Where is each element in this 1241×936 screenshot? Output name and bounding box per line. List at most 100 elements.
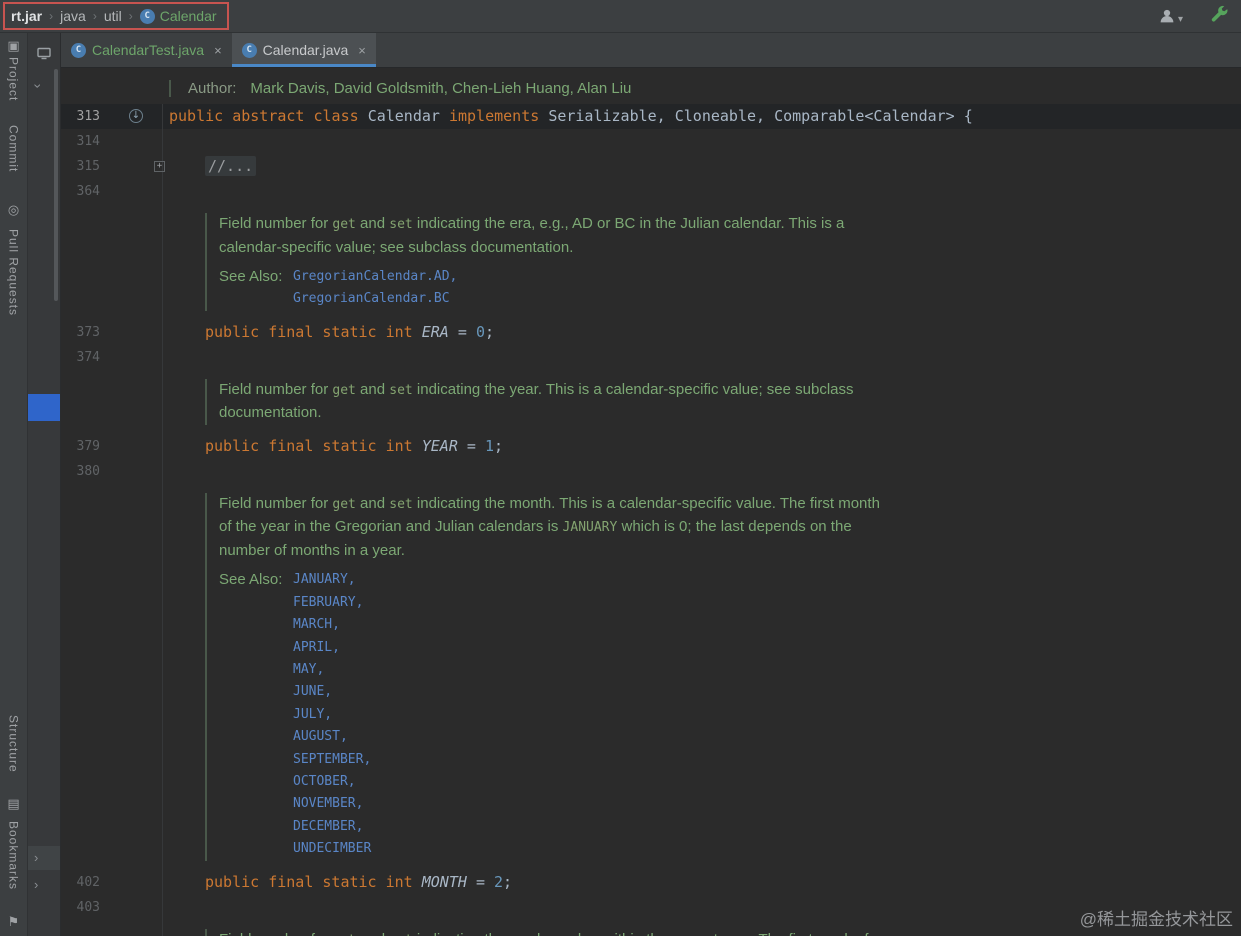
doc-link[interactable]: JANUARY, [293,569,371,591]
toolwindow-project[interactable]: Project [0,57,27,101]
editor[interactable]: Author: Mark Davis, David Goldsmith, Chen… [61,68,1241,936]
tab-label: Calendar.java [262,42,349,58]
doc-text: number of months in a year. [219,541,405,559]
doc-link[interactable]: OCTOBER, [293,771,371,793]
doc-text: and [356,931,389,936]
code-line-374: 374 [61,344,1241,370]
toolwindow-button[interactable]: ◎ [0,203,27,217]
editor-column: C CalendarTest.java × C Calendar.java × Autho… [61,33,1241,936]
doc-link[interactable]: MARCH, [293,614,371,636]
doc-text: of the year in the Gregorian and Julian … [219,518,563,536]
doc-link[interactable]: SEPTEMBER, [293,749,371,771]
class-icon: C [139,8,155,24]
breadcrumb-item-util[interactable]: util [104,8,122,24]
doc-line: calendar-specific value; see subclass do… [219,237,844,260]
toolwindow-button[interactable]: ⚑ [0,915,27,929]
code-line-373: 373 public final static int ERA = 0; [61,319,1241,345]
user-icon [1160,9,1174,23]
toolwindow-button[interactable]: ▣ [0,39,27,53]
fold-marker-icon[interactable]: + [154,161,165,172]
selected-tree-item[interactable] [28,394,60,421]
panel-header-button[interactable] [36,45,52,66]
see-also-links: JANUARY, FEBRUARY, MARCH, APRIL, MAY, JUNE, JU… [293,569,371,860]
gutter: 379 [61,433,163,459]
bookmark-icon: ⚑ [7,914,20,929]
doc-text: get [332,217,356,232]
toolwindow-button[interactable]: ▤ [0,797,27,811]
doc-link[interactable]: GregorianCalendar.BC [293,288,457,310]
doc-link[interactable]: APRIL, [293,637,371,659]
doc-comment: Field number for get and set indicating … [61,483,1241,870]
toolwindow-structure[interactable]: Structure [0,715,27,773]
breadcrumb-label: util [103,8,122,24]
doc-line: of the year in the Gregorian and Julian … [219,516,880,540]
see-also-label: See Also: [219,268,283,285]
doc-link[interactable]: GregorianCalendar.AD, [293,266,457,288]
code-token: 1 [484,436,494,455]
close-icon[interactable]: × [214,43,222,58]
doc-link[interactable]: FEBRUARY, [293,592,371,614]
user-account-button[interactable]: ▾ [1158,7,1183,25]
toolwindow-bookmarks[interactable]: Bookmarks [0,821,27,890]
doc-text: documentation. [219,404,322,422]
wrench-button[interactable] [1209,4,1229,29]
scrollbar-thumb[interactable] [54,69,58,301]
chevron-down-icon: ▾ [1177,14,1183,25]
breadcrumb-separator: › [92,9,97,23]
doc-link[interactable]: DECEMBER, [293,816,371,838]
monitor-icon [37,47,51,60]
tab-label: CalendarTest.java [92,42,205,58]
gutter [61,369,163,434]
tab-calendar-java[interactable]: C Calendar.java × [231,33,377,67]
code-text: public abstract class Calendar implement… [163,104,1241,129]
line-number: 374 [76,349,100,365]
breadcrumb-item-calendar[interactable]: C Calendar [139,8,217,24]
code-token: public abstract class [169,107,368,125]
doc-link[interactable]: JUNE, [293,681,371,703]
doc-text: Field number for [219,494,333,512]
doc-link[interactable]: AUGUST, [293,726,371,748]
doc-link[interactable]: JULY, [293,704,371,726]
doc-author: Author: Mark Davis, David Goldsmith, Chen… [61,72,1241,104]
breadcrumb-item-rt-jar[interactable]: rt.jar [11,8,42,24]
class-icon: C [71,42,86,58]
code-line-315: 315 + //... [61,154,1241,179]
navigation-bar: rt.jar › java › util › C Calendar ▾ [0,0,1241,33]
doc-line: Field number for get and set indicating … [219,213,844,237]
doc-text: Field number for [219,931,332,936]
line-number: 402 [76,874,100,890]
overridden-marker-icon[interactable]: ↓ [129,109,143,123]
breadcrumb-label: java [60,8,86,24]
close-icon[interactable]: × [358,43,366,58]
tab-calendartest-java[interactable]: C CalendarTest.java × [61,33,232,67]
doc-link[interactable]: UNDECIMBER [293,838,371,860]
project-icon: ▣ [7,38,20,53]
doc-text: Field number for [219,215,333,232]
doc-text: calendar-specific value; see subclass do… [219,238,574,256]
doc-text: set [389,382,413,398]
doc-text: set [389,496,413,512]
breadcrumb-item-java[interactable]: java [60,8,86,24]
toolwindow-commit[interactable]: Commit [0,125,27,172]
doc-text: and [355,215,390,232]
author-value: Mark Davis, David Goldsmith, Chen-Lieh H… [250,79,632,97]
gutter: 373 [61,319,163,345]
see-also-links: GregorianCalendar.AD, GregorianCalendar.B… [293,266,457,311]
doc-comment: Field number for get and set indicating … [61,919,1241,936]
author-label: Author: [188,79,237,97]
chevron-right-icon[interactable]: › [34,850,38,866]
gutter: 364 [61,179,163,204]
chevron-down-icon[interactable]: › [30,84,46,89]
doc-link[interactable]: NOVEMBER, [293,793,371,815]
doc-text: indicating the era, e.g., AD or BC in th… [412,215,845,232]
see-also: See Also: GregorianCalendar.AD, GregorianC… [219,266,844,311]
doc-line: documentation. [219,402,854,425]
code-token: MONTH [421,872,476,891]
chevron-right-icon[interactable]: › [34,877,38,893]
toolwindow-pull-requests[interactable]: Pull Requests [0,229,27,316]
line-number: 373 [76,324,100,340]
gutter: 403 [61,894,163,920]
toolwindow-label: Commit [6,125,21,173]
doc-link[interactable]: MAY, [293,659,371,681]
